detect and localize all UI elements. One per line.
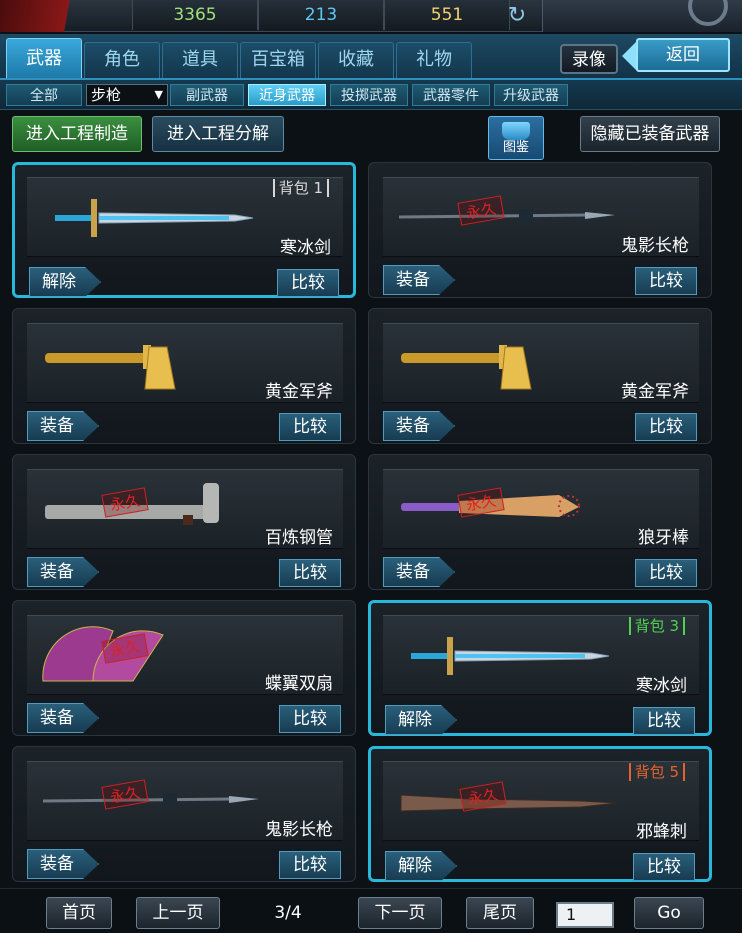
refresh-icon[interactable]: ↻ <box>500 2 534 30</box>
compare-button[interactable]: 比较 <box>279 705 341 733</box>
subtab-all[interactable]: 全部 <box>6 84 82 106</box>
sub-tabs: 全部 步枪 ▼ 副武器 近身武器 投掷武器 武器零件 升级武器 <box>0 80 742 110</box>
atlas-icon <box>502 122 530 140</box>
weapon-card[interactable]: 永久 鬼影长枪 装备 比较 <box>12 746 356 882</box>
compare-button[interactable]: 比较 <box>633 707 695 735</box>
weapon-card[interactable]: 黄金军斧装备 比较 <box>12 308 356 444</box>
subtab-upgrade[interactable]: 升级武器 <box>494 84 568 106</box>
weapon-name: 寒冰剑 <box>636 676 687 696</box>
equip-button[interactable]: 装备 <box>27 411 99 441</box>
weapon-card[interactable]: 永久 百炼钢管 装备 比较 <box>12 454 356 590</box>
tab-items[interactable]: 道具 <box>162 42 238 78</box>
tab-weapons[interactable]: 武器 <box>6 38 82 78</box>
weapon-card[interactable]: 黄金军斧装备 比较 <box>368 308 712 444</box>
weapon-name: 邪蜂刺 <box>636 822 687 842</box>
backpack-slot-badge: 背包 5 <box>628 763 685 781</box>
equip-button[interactable]: 装备 <box>383 411 455 441</box>
subtab-parts[interactable]: 武器零件 <box>412 84 490 106</box>
weapon-name: 寒冰剑 <box>280 238 331 258</box>
main-tabs: 武器 角色 道具 百宝箱 收藏 礼物 录像 返回 <box>0 34 742 80</box>
compare-button[interactable]: 比较 <box>279 851 341 879</box>
tab-treasure-box[interactable]: 百宝箱 <box>240 42 316 78</box>
weapon-name: 黄金军斧 <box>265 382 333 402</box>
unequip-button[interactable]: 解除 <box>29 267 101 297</box>
compare-button[interactable]: 比较 <box>633 853 695 881</box>
tab-characters[interactable]: 角色 <box>84 42 160 78</box>
chevron-down-icon: ▼ <box>154 88 163 101</box>
last-page-button[interactable]: 尾页 <box>466 897 534 929</box>
prev-page-button[interactable]: 上一页 <box>136 897 220 929</box>
compare-button[interactable]: 比较 <box>635 413 697 441</box>
weapon-grid: 背包 1 寒冰剑 解除 比较 永久 鬼影长枪 装备 比较 黄金军斧 装备 比较 黄金军斧 装备 比较 永久百… <box>0 160 742 888</box>
equip-button[interactable]: 装备 <box>383 557 455 587</box>
coupon-counter: 551 <box>384 0 510 30</box>
weapon-card[interactable]: 永久 背包 5 邪蜂刺 解除 比较 <box>368 746 712 882</box>
currency-bar: 3365 213 551 ↻ <box>0 0 742 32</box>
compare-button[interactable]: 比较 <box>277 269 339 297</box>
engineering-make-button[interactable]: 进入工程制造 <box>12 116 142 152</box>
ice-sword-icon <box>35 185 265 251</box>
weapon-name: 蝶翼双扇 <box>265 674 333 694</box>
subtab-secondary[interactable]: 副武器 <box>170 84 244 106</box>
page-indicator: 3/4 <box>274 903 302 923</box>
equip-button[interactable]: 装备 <box>27 703 99 733</box>
weapon-name: 狼牙棒 <box>638 528 689 548</box>
weapon-name: 鬼影长枪 <box>265 820 333 840</box>
compare-button[interactable]: 比较 <box>635 559 697 587</box>
weapon-card[interactable]: 永久 狼牙棒 装备 比较 <box>368 454 712 590</box>
unequip-button[interactable]: 解除 <box>385 705 457 735</box>
compare-button[interactable]: 比较 <box>635 267 697 295</box>
weapon-card[interactable]: 永久 蝶翼双扇 装备 比较 <box>12 600 356 736</box>
diamond-counter: 213 <box>258 0 384 30</box>
unequip-button[interactable]: 解除 <box>385 851 457 881</box>
golden-axe-icon <box>389 329 619 395</box>
subtab-melee[interactable]: 近身武器 <box>248 84 326 106</box>
tab-collection[interactable]: 收藏 <box>318 42 394 78</box>
backpack-slot-badge: 背包 3 <box>628 617 685 635</box>
header-decoration <box>0 0 120 32</box>
weapon-type-select[interactable]: 步枪 ▼ <box>86 84 168 106</box>
ice-sword-icon <box>391 623 621 689</box>
gold-counter: 3365 <box>132 0 258 30</box>
weapon-name: 黄金军斧 <box>621 382 689 402</box>
record-button[interactable]: 录像 <box>560 44 618 74</box>
back-button[interactable]: 返回 <box>622 38 730 72</box>
header-decoration-right <box>542 0 742 32</box>
weapon-card[interactable]: 背包 3 寒冰剑解除 比较 <box>368 600 712 736</box>
weapon-name: 百炼钢管 <box>265 528 333 548</box>
equip-button[interactable]: 装备 <box>27 849 99 879</box>
compare-button[interactable]: 比较 <box>279 413 341 441</box>
go-button[interactable]: Go <box>634 897 704 929</box>
engineering-decompose-button[interactable]: 进入工程分解 <box>152 116 284 152</box>
tab-gifts[interactable]: 礼物 <box>396 42 472 78</box>
first-page-button[interactable]: 首页 <box>46 897 112 929</box>
hide-equipped-button[interactable]: 隐藏已装备武器 <box>580 116 720 152</box>
backpack-slot-badge: 背包 1 <box>272 179 329 197</box>
golden-axe-icon <box>33 329 263 395</box>
weapon-card[interactable]: 背包 1 寒冰剑解除 比较 <box>12 162 356 298</box>
next-page-button[interactable]: 下一页 <box>358 897 442 929</box>
atlas-button[interactable]: 图鉴 <box>488 116 544 160</box>
weapon-card[interactable]: 永久 鬼影长枪 装备 比较 <box>368 162 712 298</box>
pagination: 首页 上一页 3/4 下一页 尾页 Go <box>0 888 742 933</box>
equip-button[interactable]: 装备 <box>27 557 99 587</box>
page-number-input[interactable]: 1 <box>556 902 614 928</box>
compare-button[interactable]: 比较 <box>279 559 341 587</box>
equip-button[interactable]: 装备 <box>383 265 455 295</box>
subtab-throwing[interactable]: 投掷武器 <box>330 84 408 106</box>
weapon-name: 鬼影长枪 <box>621 236 689 256</box>
